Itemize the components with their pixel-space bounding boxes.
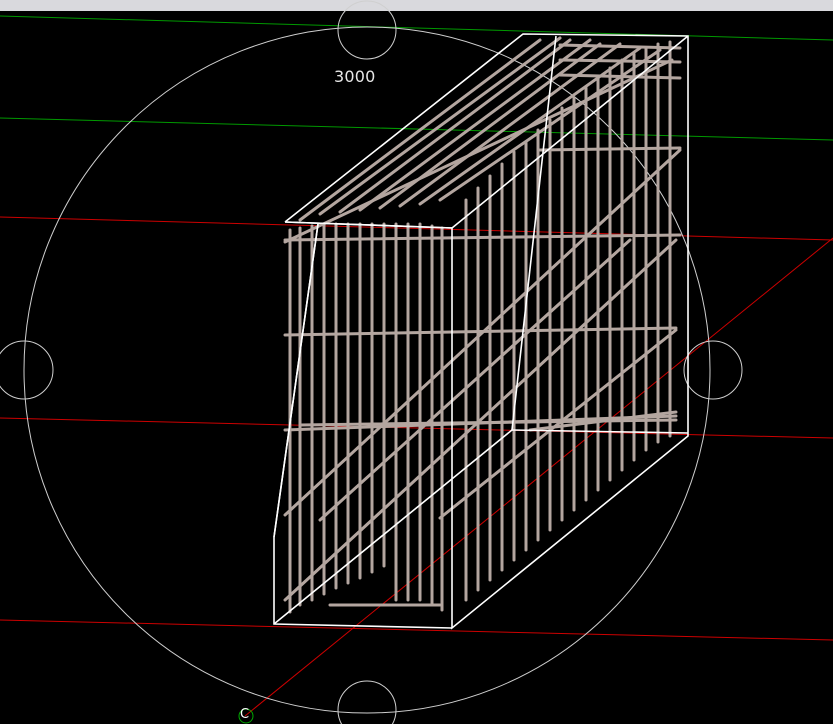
grid-lines-red bbox=[0, 216, 833, 717]
rotation-handle-top bbox=[337, 0, 397, 60]
origin-marker-label: C bbox=[240, 707, 250, 722]
dimension-label: 3000 bbox=[334, 67, 376, 86]
3d-model-viewport[interactable]: 3000 C bbox=[0, 0, 833, 724]
grid-lines-green bbox=[0, 15, 833, 141]
rotation-handle-left bbox=[0, 340, 54, 400]
rotation-handle-bottom bbox=[337, 680, 397, 724]
rebar-vertical-front bbox=[288, 222, 444, 614]
3d-scene[interactable] bbox=[0, 0, 833, 724]
rotation-handle-right bbox=[683, 340, 743, 400]
rebar-cage[interactable] bbox=[283, 36, 682, 614]
